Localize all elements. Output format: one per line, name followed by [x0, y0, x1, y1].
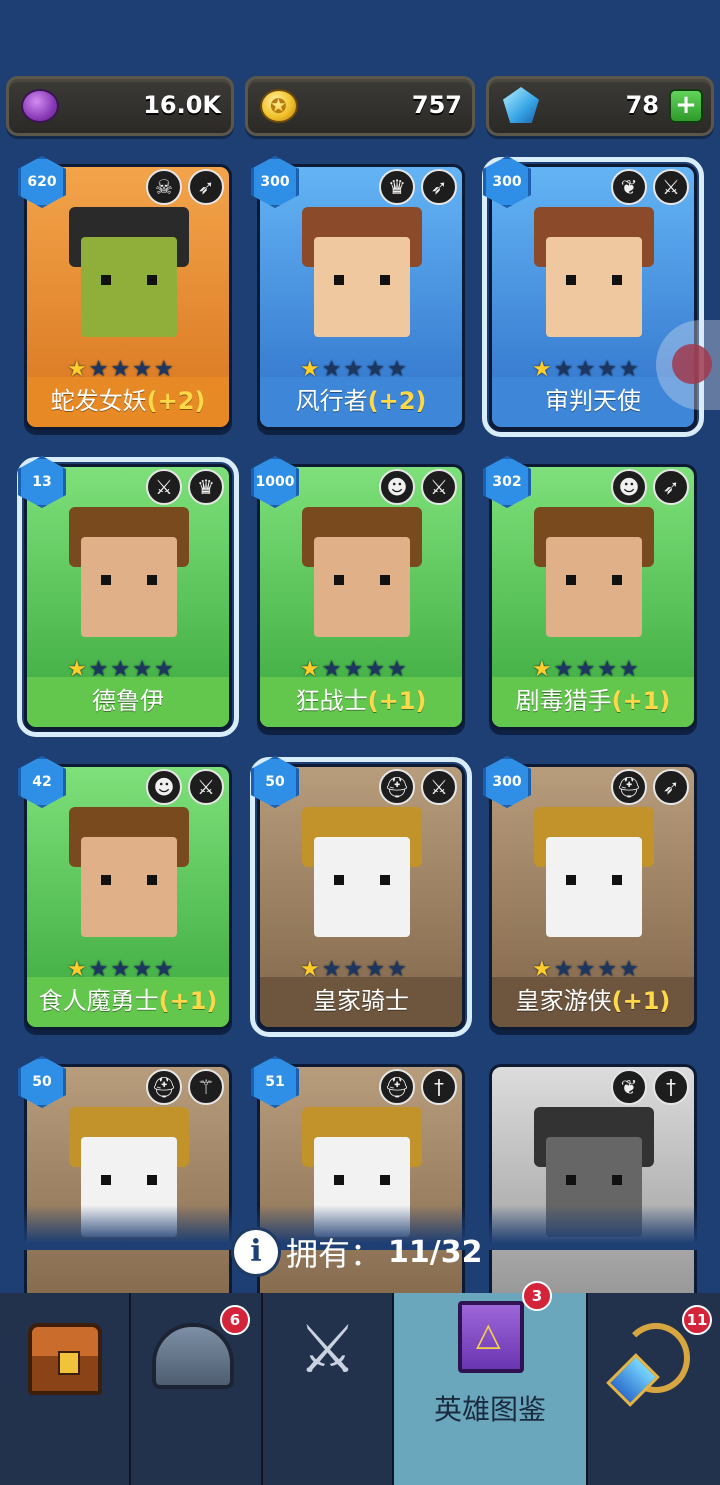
purple-currency-panel: 16.0K: [6, 76, 234, 136]
elf-icon: ♛: [188, 469, 224, 505]
sword-icon: ⚔: [421, 469, 457, 505]
hero-face: [81, 837, 177, 937]
hero-eyes: [562, 575, 626, 585]
gold-currency-value: 757: [411, 91, 462, 119]
add-gems-button[interactable]: +: [669, 89, 703, 123]
hero-eyes: [562, 875, 626, 885]
gem-currency-value: 78: [625, 91, 659, 119]
nav-tab-shop[interactable]: [0, 1293, 131, 1485]
bow-icon: ➶: [188, 169, 224, 205]
bow-icon: ➶: [421, 169, 457, 205]
hero-name: 蛇发女妖: [50, 387, 147, 415]
hero-face: [546, 837, 642, 937]
angel-wings-icon: ❦: [611, 169, 647, 205]
hero-name-bar: 德鲁伊: [27, 677, 229, 727]
hero-name-bar: 食人魔勇士(+1): [27, 977, 229, 1027]
demon-skull-icon: ☠: [146, 169, 182, 205]
helmet-icon: ⛑: [379, 769, 415, 805]
hero-name-bar: 蛇发女妖(+2): [27, 377, 229, 427]
heroes-badge: 6: [220, 1305, 250, 1335]
hero-face: [81, 537, 177, 637]
hero-name: 审判天使: [545, 387, 641, 415]
gem-currency-panel: 78 +: [486, 76, 714, 136]
orc-icon: ☻: [379, 469, 415, 505]
amulet-icon: [622, 1323, 690, 1393]
bow-icon: ➶: [653, 769, 689, 805]
hero-face: [314, 537, 410, 637]
sword-icon: ⚔: [421, 769, 457, 805]
hero-eyes: [330, 875, 394, 885]
bow-icon: ➶: [653, 469, 689, 505]
hero-name-bar: 狂战士(+1): [260, 677, 462, 727]
info-icon[interactable]: i: [234, 1230, 278, 1274]
hero-face: [546, 237, 642, 337]
hero-face: [81, 237, 177, 337]
orc-icon: ☻: [611, 469, 647, 505]
nav-tab-equipment[interactable]: 11: [588, 1293, 720, 1485]
top-title-fragment: [250, 0, 340, 4]
sword-icon: ⚔: [653, 169, 689, 205]
helmet-icon: ⛑: [611, 769, 647, 805]
nav-tab-battle[interactable]: ⚔: [263, 1293, 394, 1485]
dagger-icon: †: [421, 1069, 457, 1105]
gold-coin-icon: [260, 89, 298, 123]
helmet-icon: ⛑: [379, 1069, 415, 1105]
spellbook-icon: [458, 1301, 524, 1373]
purple-token-icon: [21, 89, 59, 123]
hero-bonus: (+1): [611, 687, 671, 715]
hero-eyes: [330, 275, 394, 285]
hero-name-bar: 皇家游侠(+1): [492, 977, 694, 1027]
hero-bonus: (+2): [367, 387, 427, 415]
staff-icon: ⚚: [188, 1069, 224, 1105]
hero-face: [314, 237, 410, 337]
hero-name-bar: 风行者(+2): [260, 377, 462, 427]
hero-eyes: [97, 875, 161, 885]
sword-icon: ⚔: [188, 769, 224, 805]
angel-wings-icon: ❦: [611, 1069, 647, 1105]
owned-count: i 拥有： 11/32: [234, 1228, 482, 1276]
hero-name: 风行者: [295, 387, 368, 415]
dagger-icon: †: [653, 1069, 689, 1105]
viking-helmet-icon: [152, 1323, 234, 1389]
hero-name: 皇家骑士: [313, 987, 409, 1015]
hero-eyes: [97, 1175, 161, 1185]
hero-name: 德鲁伊: [92, 687, 164, 715]
helmet-icon: ⛑: [146, 1069, 182, 1105]
gold-currency-panel: 757: [245, 76, 475, 136]
hero-eyes: [330, 575, 394, 585]
mask-icon: [672, 344, 712, 384]
treasure-chest-icon: [28, 1323, 102, 1395]
hero-eyes: [97, 575, 161, 585]
nav-tab-codex[interactable]: 3 英雄图鉴: [394, 1281, 588, 1485]
bottom-navigation: 6 ⚔ 3 英雄图鉴 11: [0, 1281, 720, 1485]
hero-bonus: (+1): [611, 987, 671, 1015]
hero-name: 狂战士: [295, 687, 368, 715]
hero-eyes: [330, 1175, 394, 1185]
blue-gem-icon: [503, 87, 539, 123]
nav-tab-codex-label: 英雄图鉴: [433, 1393, 546, 1426]
hero-eyes: [562, 1175, 626, 1185]
elf-icon: ♛: [379, 169, 415, 205]
hero-bonus: (+1): [367, 687, 427, 715]
codex-badge: 3: [522, 1281, 552, 1311]
hero-name-bar: 剧毒猎手(+1): [492, 677, 694, 727]
hero-name: 食人魔勇士: [38, 987, 159, 1015]
hero-name-bar: 皇家骑士: [260, 977, 462, 1027]
owned-label: 拥有：: [286, 1235, 383, 1273]
crossed-swords-icon: ⚔: [297, 1311, 358, 1388]
hero-name: 剧毒猎手: [515, 687, 612, 715]
equipment-badge: 11: [682, 1305, 712, 1335]
nav-tab-heroes[interactable]: 6: [131, 1293, 263, 1485]
sword-icon: ⚔: [146, 469, 182, 505]
hero-face: [546, 537, 642, 637]
purple-currency-value: 16.0K: [143, 91, 221, 119]
hero-eyes: [562, 275, 626, 285]
orc-icon: ☻: [146, 769, 182, 805]
owned-value: 11/32: [388, 1234, 483, 1270]
hero-name: 皇家游侠: [515, 987, 612, 1015]
hero-face: [314, 837, 410, 937]
hero-eyes: [97, 275, 161, 285]
hero-bonus: (+1): [158, 987, 218, 1015]
hero-bonus: (+2): [146, 387, 206, 415]
